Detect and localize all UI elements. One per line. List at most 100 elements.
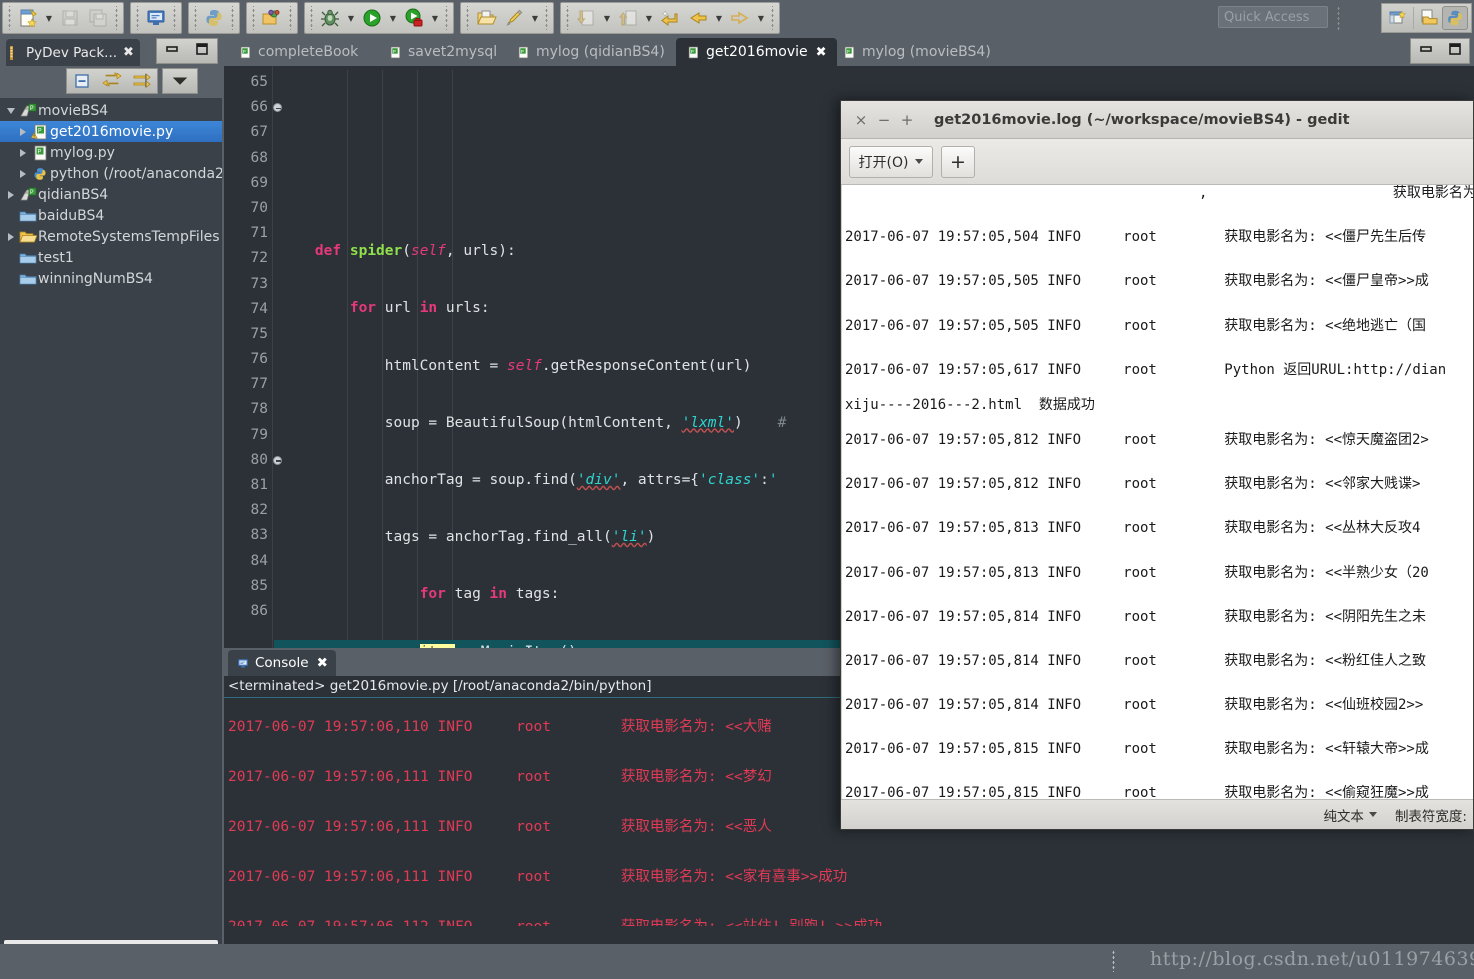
toolbar-grip[interactable] [309,6,314,30]
toolbar-grip[interactable] [444,6,449,30]
line-number: 78 [224,397,272,422]
line-number: 85 [224,574,272,599]
python-file-icon: P [516,45,530,60]
tree-item-get2016movie-py[interactable]: P get2016movie.py [0,121,222,142]
tab-savet2mysql[interactable]: P savet2mysql [378,38,507,66]
maximize-icon[interactable] [1448,42,1462,60]
folder-icon [18,208,38,224]
focus-on-active-icon[interactable] [127,69,157,93]
tab-label: savet2mysql [408,44,497,60]
toolbar-grip[interactable] [114,6,119,30]
toolbar-grip[interactable] [7,6,12,30]
tab-get2016movie[interactable]: P get2016movie ✖ [676,38,837,66]
tab-console[interactable]: Console ✖ [228,650,336,676]
tree-item-RemoteSystemsTempFiles[interactable]: RemoteSystemsTempFiles [0,226,222,247]
new-perspective-icon[interactable] [1385,6,1411,30]
toolbar-grip[interactable] [193,6,198,30]
run-dropdown-icon[interactable]: ▼ [386,4,400,32]
view-menu-icon[interactable] [162,68,198,94]
line-number: 81 [224,473,272,498]
tree-item-baiduBS4[interactable]: baiduBS4 [0,205,222,226]
previous-annotation-dropdown-icon[interactable]: ▼ [642,4,656,32]
tree-item-qidianBS4[interactable]: P qidianBS4 [0,184,222,205]
forward-dropdown-icon[interactable]: ▼ [754,4,768,32]
tab-completeBook[interactable]: P completeBook [228,38,368,66]
back-dropdown-icon[interactable]: ▼ [712,4,726,32]
tree-item-movieBS4[interactable]: P movieBS4 [0,100,222,121]
toolbar-grip[interactable] [288,6,293,30]
language-selector[interactable]: 纯文本 [1323,805,1377,825]
python-icon[interactable] [200,4,228,32]
toolbar-grip[interactable] [770,6,775,30]
python-file-icon: P [842,45,856,60]
minimize-icon[interactable] [1419,43,1433,59]
open-console-icon[interactable] [142,4,170,32]
debug-bug-icon[interactable] [316,4,344,32]
toolbar-grip[interactable] [465,6,470,30]
twisty-right-icon[interactable] [4,233,18,241]
save-icon[interactable] [56,4,84,32]
next-annotation-icon[interactable] [572,4,600,32]
forward-arrow-icon[interactable] [726,4,754,32]
twisty-right-icon[interactable] [4,191,18,199]
main-toolbar: ▼ [0,0,1474,36]
twisty-right-icon[interactable] [16,128,30,136]
close-icon[interactable]: × [853,111,869,129]
toolbar-group-python [188,2,240,34]
previous-annotation-icon[interactable] [614,4,642,32]
new-tab-button[interactable]: + [941,146,975,178]
new-file-dropdown-icon[interactable]: ▼ [42,4,56,32]
tab-mylog-movieBS4[interactable]: P mylog (movieBS4) [832,38,1001,66]
toolbar-grip[interactable] [230,6,235,30]
collapse-all-icon[interactable] [67,69,97,93]
run-play-icon[interactable] [358,4,386,32]
tree-item-test1[interactable]: test1 [0,247,222,268]
close-icon[interactable]: ✖ [123,45,134,60]
close-icon[interactable]: ✖ [317,655,328,671]
toolbar-grip[interactable] [565,6,570,30]
gedit-document[interactable]: , 获取电影名为: <<僵尸先生 2017-06-07 19:57:05,504… [841,185,1473,799]
maximize-icon[interactable]: + [899,111,915,129]
line-number: 76 [224,347,272,372]
twisty-down-icon[interactable] [4,108,18,114]
open-type-icon[interactable] [472,4,500,32]
run-external-icon[interactable] [400,4,428,32]
toolbar-grip[interactable] [135,6,140,30]
save-all-icon[interactable] [84,4,112,32]
status-grip[interactable] [1112,950,1117,972]
edit-dropdown-icon[interactable]: ▼ [528,4,542,32]
minimize-icon[interactable] [165,43,179,59]
svg-text:P: P [38,148,42,155]
tree-item-mylog-py[interactable]: P mylog.py [0,142,222,163]
next-annotation-dropdown-icon[interactable]: ▼ [600,4,614,32]
tree-item-winningNumBS4[interactable]: winningNumBS4 [0,268,222,289]
twisty-right-icon[interactable] [16,170,30,178]
twisty-right-icon[interactable] [16,149,30,157]
link-with-editor-icon[interactable] [97,69,127,93]
open-button[interactable]: 打开(O) [849,146,933,178]
new-file-icon[interactable] [14,4,42,32]
close-icon[interactable]: ✖ [816,45,827,60]
toolbar-grip[interactable] [251,6,256,30]
gedit-log-line: 2017-06-07 19:57:05,504 INFO root 获取电影名为… [842,215,1473,259]
maximize-icon[interactable] [195,42,209,60]
last-edit-icon[interactable] [656,4,684,32]
tree-item-python-interpreter[interactable]: python (/root/anaconda2 [0,163,222,184]
perspective-grip[interactable] [1337,6,1342,30]
external-tools-dropdown-icon[interactable]: ▼ [428,4,442,32]
gedit-titlebar[interactable]: × − + get2016movie.log (~/workspace/movi… [841,101,1473,139]
resource-perspective-icon[interactable] [1416,6,1442,30]
pydev-perspective-icon[interactable] [1442,6,1468,30]
back-arrow-icon[interactable] [684,4,712,32]
toolbar-grip[interactable] [172,6,177,30]
gedit-toolbar: 打开(O) + [841,139,1473,185]
minimize-icon[interactable]: − [876,111,892,129]
toolbar-grip[interactable] [544,6,549,30]
tab-pydev-package-explorer[interactable]: PyDev Pack... ✖ [6,39,140,66]
line-number: 72 [224,246,272,271]
debug-dropdown-icon[interactable]: ▼ [344,4,358,32]
pencil-icon[interactable] [500,4,528,32]
quick-access-input[interactable]: Quick Access [1218,6,1328,28]
tab-mylog-qidianBS4[interactable]: P mylog (qidianBS4) [506,38,675,66]
package-icon[interactable] [258,4,286,32]
